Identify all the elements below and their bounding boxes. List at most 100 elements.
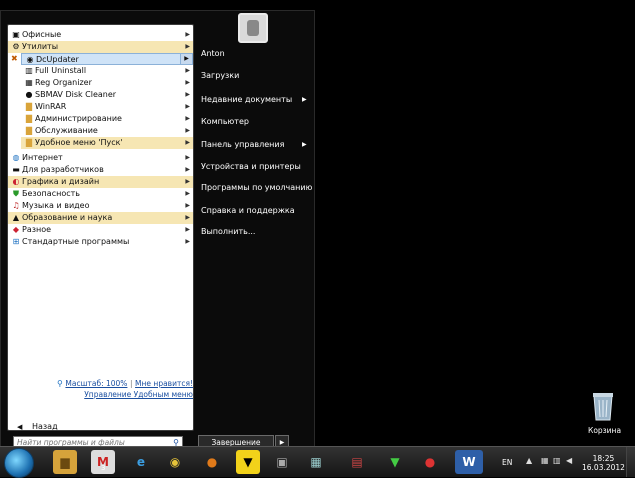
windows-icon: ⊞ [12,237,20,246]
chrome-icon[interactable]: ◉ [163,450,187,474]
right-item-computer[interactable]: Компьютер [201,117,249,126]
tools-icon: ⚙ [12,42,20,51]
arrow-right-icon: ▶ [185,31,190,38]
folder-icon: ▣ [12,30,20,39]
folder-icon: ▇ [25,138,33,147]
language-indicator[interactable]: EN [502,458,512,467]
submenu-item-start-menu[interactable]: ▇ Удобное меню 'Пуск' ▶ [21,137,193,149]
menu-item-dev[interactable]: ▬ Для разработчиков ▶ [8,164,193,176]
arrow-right-icon: ▶ [185,127,190,134]
user-picture-icon [247,20,259,36]
arrow-right-icon: ▶ [185,67,190,74]
firefox-icon[interactable]: ● [200,450,224,474]
volume-icon[interactable]: ◀ [566,456,572,465]
separator: | [129,379,133,388]
arrow-right-icon: ▶ [185,202,190,209]
paint-icon: ◐ [12,177,20,186]
submenu-item-full-uninstall[interactable]: ▥ Full Uninstall ▶ [21,65,193,77]
arrow-right-icon: ▶ [302,96,307,103]
right-item-help[interactable]: Справка и поддержка [201,206,295,215]
menu-item-internet[interactable]: ◍ Интернет ▶ [8,152,193,164]
menu-item-security[interactable]: ⛊ Безопасность ▶ [8,188,193,200]
right-item-run[interactable]: Выполнить... [201,227,255,236]
right-item-default-programs[interactable]: Программы по умолчанию [201,183,312,192]
bottom-links-row1: ⚲ Масштаб: 100% | Мне нравится! [8,379,193,388]
scale-link[interactable]: Масштаб: 100% [65,379,127,388]
arrow-right-icon: ▶ [185,190,190,197]
right-item-downloads[interactable]: Загрузки [201,71,239,80]
calculator-icon[interactable]: ▦ [304,450,328,474]
arrow-right-icon: ▶ [185,43,190,50]
folder-icon: ▇ [25,102,33,111]
ie-icon[interactable]: e [129,450,153,474]
clock[interactable]: 18:25 16.03.2012 [582,454,625,472]
app-icon[interactable]: ● [418,450,442,474]
like-link[interactable]: Мне нравится! [135,379,193,388]
globe-icon: ◍ [12,153,20,162]
submenu-item-sbmav[interactable]: ● SBMAV Disk Cleaner ▶ [21,89,193,101]
submenu-item-reg-organizer[interactable]: ▦ Reg Organizer ▶ [21,77,193,89]
right-item-user[interactable]: Anton [201,49,225,58]
arrow-right-icon: ▶ [185,214,190,221]
submenu-item-admin[interactable]: ▇ Администрирование ▶ [21,113,193,125]
start-button[interactable] [4,448,34,478]
recycle-bin-icon[interactable] [588,388,618,422]
start-menu: ▣ Офисные ▶ ⚙ Утилиты ▶ ✖ ◉ DcUpdater ▶ … [0,10,315,460]
arrow-right-icon: ▶ [185,226,190,233]
app-icon[interactable]: ▤ [345,450,369,474]
arrow-right-icon[interactable]: ▶ [180,54,192,64]
network-icon[interactable]: ▥ [553,456,561,465]
arrow-right-icon: ▶ [185,139,190,146]
menu-item-graphics[interactable]: ◐ Графика и дизайн ▶ [8,176,193,188]
right-item-recent-docs[interactable]: Недавние документы [201,95,292,104]
taskbar: ▆ M e ◉ ● ▼ ▣ ▦ ▤ ▼ ● W 3 EN ▲ ▦ ▥ ◀ 18:… [0,446,635,478]
bottom-links-row2: Управление Удобным меню [8,390,193,399]
show-desktop-button[interactable] [626,447,635,477]
arrow-right-icon: ▶ [185,238,190,245]
avatar[interactable] [238,13,268,43]
uninstall-icon: ▥ [25,66,33,75]
submenu-item-maintenance[interactable]: ▇ Обслуживание ▶ [21,125,193,137]
gmail-badge: 3 [101,464,106,472]
explorer-icon[interactable]: ▆ [53,450,77,474]
menu-item-media[interactable]: ♫ Музыка и видео ▶ [8,200,193,212]
clock-time: 18:25 [592,454,615,463]
back-label: Назад [32,422,58,431]
recycle-bin-label: Корзина [588,426,622,435]
submenu-item-winrar[interactable]: ▇ WinRAR ▶ [21,101,193,113]
close-icon[interactable]: ✖ [11,53,18,65]
app-icon[interactable]: ▣ [270,450,294,474]
batman-icon[interactable]: ▼ [236,450,260,474]
arrow-right-icon: ▶ [185,91,190,98]
clock-date: 16.03.2012 [582,463,625,472]
graduation-icon: ▲ [12,213,20,222]
dcupdater-icon: ◉ [26,55,34,64]
menu-item-utilities[interactable]: ⚙ Утилиты ▶ [8,41,193,53]
misc-icon: ◆ [12,225,20,234]
folder-icon: ▇ [25,114,33,123]
disk-cleaner-icon: ● [25,90,33,99]
menu-item-education[interactable]: ▲ Образование и наука ▶ [8,212,193,224]
arrow-right-icon: ▶ [185,115,190,122]
arrow-right-icon: ▶ [302,141,307,148]
app-icon[interactable]: ▼ [383,450,407,474]
folder-icon: ▇ [25,126,33,135]
menu-item-misc[interactable]: ◆ Разное ▶ [8,224,193,236]
right-item-control-panel[interactable]: Панель управления [201,140,284,149]
right-item-devices[interactable]: Устройства и принтеры [201,162,301,171]
submenu-item-dcupdater[interactable]: ◉ DcUpdater ▶ [21,53,193,65]
programs-pane: ▣ Офисные ▶ ⚙ Утилиты ▶ ✖ ◉ DcUpdater ▶ … [7,24,194,431]
registry-icon: ▦ [25,78,33,87]
word-icon[interactable]: W [455,450,483,474]
arrow-left-icon: ◀ [17,423,23,431]
tray-icon[interactable]: ▦ [541,456,549,465]
manage-menu-link[interactable]: Управление Удобным меню [84,390,193,399]
menu-item-office[interactable]: ▣ Офисные ▶ [8,29,193,41]
media-icon: ♫ [12,201,20,210]
tray-arrow-icon[interactable]: ▲ [526,456,532,465]
dev-icon: ▬ [12,165,20,174]
arrow-right-icon: ▶ [185,178,190,185]
menu-item-standard[interactable]: ⊞ Стандартные программы ▶ [8,236,193,248]
shield-icon: ⛊ [13,189,19,198]
zoom-icon: ⚲ [57,379,63,388]
